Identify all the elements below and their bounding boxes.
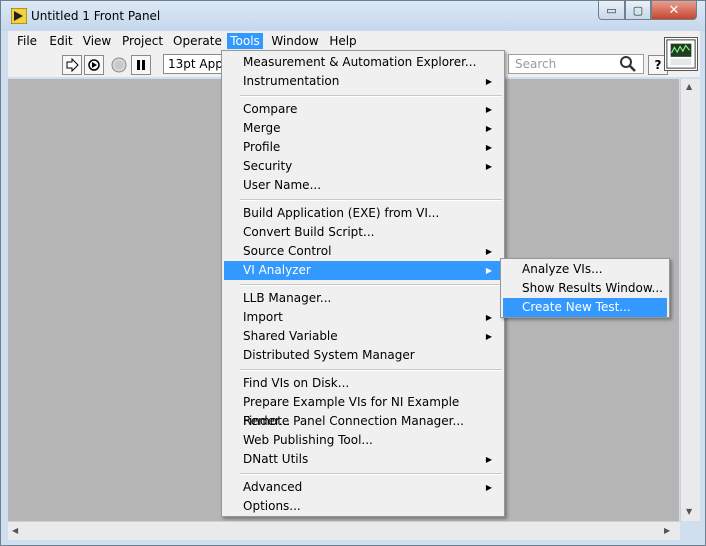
tools-menu-item[interactable]: Web Publishing Tool... <box>224 431 502 450</box>
menu-item-label: Merge <box>243 121 281 135</box>
menu-item-label: VI Analyzer <box>243 263 311 277</box>
menu-item-label: Build Application (EXE) from VI... <box>243 206 440 220</box>
scroll-up-icon[interactable]: ▲ <box>686 82 692 91</box>
abort-icon <box>111 57 127 73</box>
menu-separator <box>240 95 502 97</box>
menu-item-label: Find VIs on Disk... <box>243 376 350 390</box>
labview-app-icon <box>11 8 27 24</box>
vi-analyzer-menu-item[interactable]: Analyze VIs... <box>503 260 667 279</box>
scroll-right-icon[interactable]: ▶ <box>664 526 670 535</box>
abort-button[interactable] <box>109 55 129 75</box>
menu-file[interactable]: File <box>16 33 38 49</box>
submenu-arrow-icon: ▶ <box>485 247 492 256</box>
tools-menu-item[interactable]: Options... <box>224 497 502 516</box>
vi-analyzer-submenu: Analyze VIs... Show Results Window... Crea… <box>500 258 670 318</box>
tools-menu: Measurement & Automation Explorer... Inst… <box>221 50 505 517</box>
menu-item-label: Compare <box>243 102 298 116</box>
run-button[interactable] <box>62 55 82 75</box>
menu-item-label: Web Publishing Tool... <box>243 433 373 447</box>
menu-bar: File Edit View Project Operate Tools Window Hel… <box>8 31 700 51</box>
submenu-arrow-icon: ▶ <box>485 483 492 492</box>
tools-menu-item[interactable]: Merge ▶ <box>224 119 502 138</box>
submenu-arrow-icon: ▶ <box>485 266 492 275</box>
menu-item-label: Instrumentation <box>243 74 340 88</box>
menu-item-label: Convert Build Script... <box>243 225 375 239</box>
menu-item-label: Security <box>243 159 293 173</box>
menu-item-label: Import <box>243 310 283 324</box>
submenu-arrow-icon: ▶ <box>485 105 492 114</box>
menu-item-label: User Name... <box>243 178 322 192</box>
run-continuously-icon <box>88 59 100 71</box>
vi-analyzer-menu-item[interactable]: Create New Test... <box>503 298 667 317</box>
tools-menu-item[interactable]: Compare ▶ <box>224 100 502 119</box>
menu-tools[interactable]: Tools <box>227 33 263 49</box>
menu-operate[interactable]: Operate <box>173 33 222 49</box>
tools-menu-item[interactable]: Advanced ▶ <box>224 478 502 497</box>
pause-button[interactable] <box>131 55 151 75</box>
menu-separator <box>240 284 502 286</box>
submenu-arrow-icon: ▶ <box>485 124 492 133</box>
tools-menu-item[interactable]: Security ▶ <box>224 157 502 176</box>
tools-menu-item[interactable]: Profile ▶ <box>224 138 502 157</box>
search-icon[interactable] <box>618 55 638 73</box>
maximize-icon: ▢ <box>632 3 644 17</box>
tools-menu-item[interactable]: Shared Variable ▶ <box>224 327 502 346</box>
submenu-arrow-icon: ▶ <box>485 332 492 341</box>
tools-menu-item[interactable]: User Name... <box>224 176 502 195</box>
menu-window[interactable]: Window <box>271 33 319 49</box>
menu-item-label: DNatt Utils <box>243 452 309 466</box>
tools-menu-item[interactable]: Find VIs on Disk... <box>224 374 502 393</box>
menu-separator <box>240 473 502 475</box>
submenu-arrow-icon: ▶ <box>485 455 492 464</box>
tools-menu-item[interactable]: Prepare Example VIs for NI Example Finde… <box>224 393 502 428</box>
menu-item-label: Advanced <box>243 480 303 494</box>
tools-menu-item[interactable]: Measurement & Automation Explorer... <box>224 53 502 72</box>
submenu-arrow-icon: ▶ <box>485 143 492 152</box>
run-arrow-icon <box>66 58 79 72</box>
horizontal-scrollbar[interactable]: ◀ ▶ <box>8 521 680 540</box>
submenu-arrow-icon: ▶ <box>485 77 492 86</box>
tools-menu-item[interactable]: Remote Panel Connection Manager... <box>224 412 502 431</box>
tools-menu-item[interactable]: VI Analyzer ▶ <box>224 261 502 280</box>
scroll-left-icon[interactable]: ◀ <box>12 526 18 535</box>
menu-item-label: Source Control <box>243 244 332 258</box>
tools-menu-item[interactable]: Distributed System Manager <box>224 346 502 365</box>
menu-item-label: Measurement & Automation Explorer... <box>243 55 477 69</box>
menu-view[interactable]: View <box>82 33 112 49</box>
close-icon: ✕ <box>668 2 680 18</box>
minimize-icon: ▭ <box>606 3 617 17</box>
vi-connector-icon[interactable] <box>664 37 698 71</box>
menu-item-label: Distributed System Manager <box>243 348 415 362</box>
window-title: Untitled 1 Front Panel <box>31 9 161 23</box>
run-continuously-button[interactable] <box>84 55 104 75</box>
submenu-arrow-icon: ▶ <box>485 162 492 171</box>
menu-separator <box>240 199 502 201</box>
minimize-button[interactable]: ▭ <box>598 1 625 20</box>
tools-menu-item[interactable]: DNatt Utils ▶ <box>224 450 502 469</box>
menu-project[interactable]: Project <box>122 33 163 49</box>
menu-item-label: Profile <box>243 140 281 154</box>
vertical-scrollbar[interactable]: ▲ ▼ <box>680 79 700 521</box>
menu-separator <box>240 369 502 371</box>
tools-menu-item[interactable]: Source Control ▶ <box>224 242 502 261</box>
tools-menu-item[interactable]: Build Application (EXE) from VI... <box>224 204 502 223</box>
scroll-down-icon[interactable]: ▼ <box>686 507 692 516</box>
vi-analyzer-menu-item[interactable]: Show Results Window... <box>503 279 667 298</box>
pause-icon <box>137 60 145 70</box>
maximize-button[interactable]: ▢ <box>625 1 651 20</box>
tools-menu-item[interactable]: Convert Build Script... <box>224 223 502 242</box>
tools-menu-item[interactable]: Instrumentation ▶ <box>224 72 502 91</box>
menu-item-label: Remote Panel Connection Manager... <box>243 414 464 428</box>
submenu-arrow-icon: ▶ <box>485 313 492 322</box>
menu-item-label: Shared Variable <box>243 329 338 343</box>
menu-item-label: Options... <box>243 499 301 513</box>
tools-menu-item[interactable]: LLB Manager... <box>224 289 502 308</box>
tools-menu-item[interactable]: Import ▶ <box>224 308 502 327</box>
menu-help[interactable]: Help <box>329 33 357 49</box>
title-bar[interactable]: Untitled 1 Front Panel ▭ ▢ ✕ <box>1 1 705 31</box>
close-button[interactable]: ✕ <box>651 1 697 20</box>
menu-item-label: LLB Manager... <box>243 291 332 305</box>
menu-edit[interactable]: Edit <box>48 33 74 49</box>
